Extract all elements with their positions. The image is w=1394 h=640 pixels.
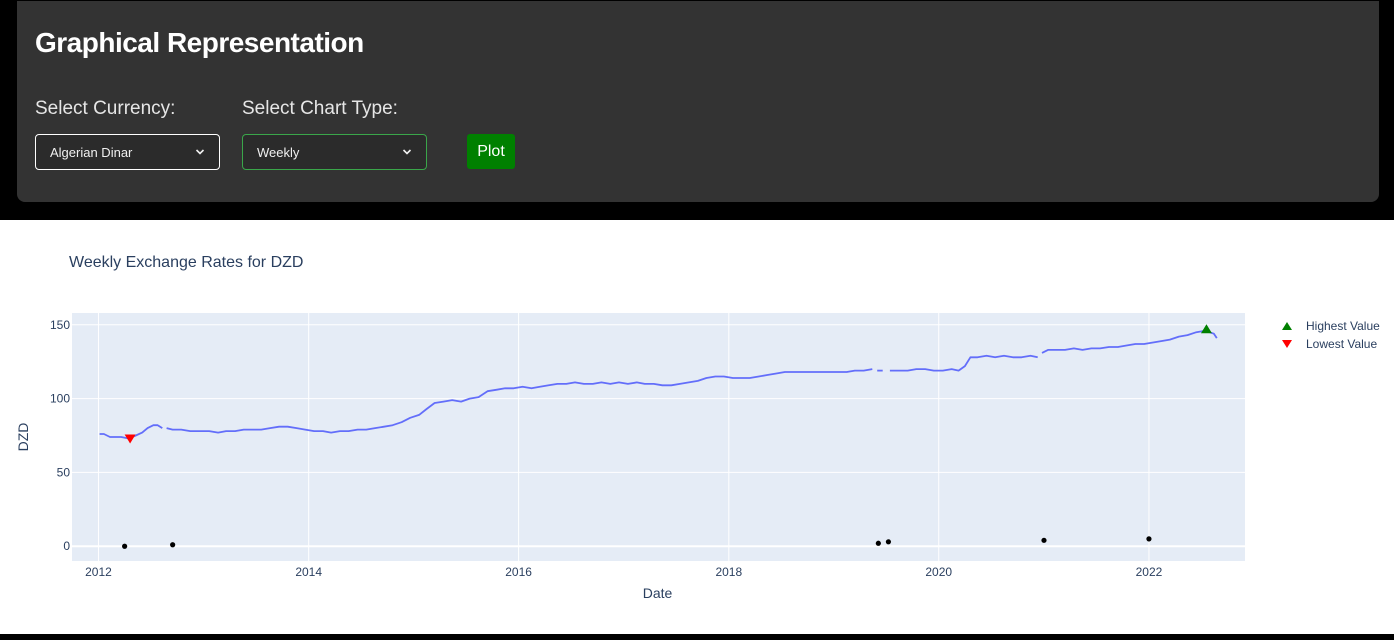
y-tick-label: 50	[57, 465, 71, 479]
chart-area: Weekly Exchange Rates for DZD 2012 2014 201…	[0, 220, 1394, 634]
scatter-point	[885, 539, 892, 545]
chart-title: Weekly Exchange Rates for DZD	[69, 254, 303, 271]
y-tick-label: 150	[50, 318, 70, 332]
legend-label: Highest Value	[1306, 319, 1380, 333]
x-tick-label: 2022	[1136, 565, 1163, 579]
scatter-point	[122, 543, 128, 549]
page-title: Graphical Representation	[35, 27, 364, 58]
chart-type-select[interactable]: Weekly	[242, 134, 427, 170]
scatter-point	[1146, 536, 1152, 542]
y-tick-label: 100	[50, 392, 70, 406]
chevron-down-icon	[402, 149, 412, 155]
x-axis-title: Date	[643, 585, 673, 601]
legend-label: Lowest Value	[1306, 337, 1377, 351]
currency-select[interactable]: Algerian Dinar	[35, 134, 220, 170]
exchange-rate-chart: Weekly Exchange Rates for DZD 2012 2014 201…	[15, 254, 1380, 601]
x-tick-label: 2012	[85, 565, 112, 579]
x-tick-label: 2016	[505, 565, 532, 579]
plot-button[interactable]: Plot	[467, 134, 515, 169]
x-tick-label: 2018	[715, 565, 742, 579]
y-tick-label: 0	[63, 539, 70, 553]
scatter-point	[875, 540, 881, 546]
scatter-point	[1041, 537, 1047, 543]
scatter-point	[170, 542, 176, 548]
plot-background	[72, 313, 1245, 561]
y-axis-title: DZD	[15, 423, 31, 452]
chart-type-select-value: Weekly	[257, 144, 300, 160]
chart-type-label: Select Chart Type:	[242, 98, 398, 119]
legend-swatch	[1282, 322, 1292, 330]
x-tick-label: 2014	[295, 565, 322, 579]
currency-select-value: Algerian Dinar	[50, 144, 133, 160]
chevron-down-icon	[195, 149, 205, 155]
legend-swatch	[1282, 340, 1292, 348]
bottom-border	[0, 634, 1394, 640]
x-tick-label: 2020	[925, 565, 952, 579]
control-panel: Graphical Representation Select Currency…	[17, 1, 1379, 202]
currency-label: Select Currency:	[35, 98, 176, 119]
